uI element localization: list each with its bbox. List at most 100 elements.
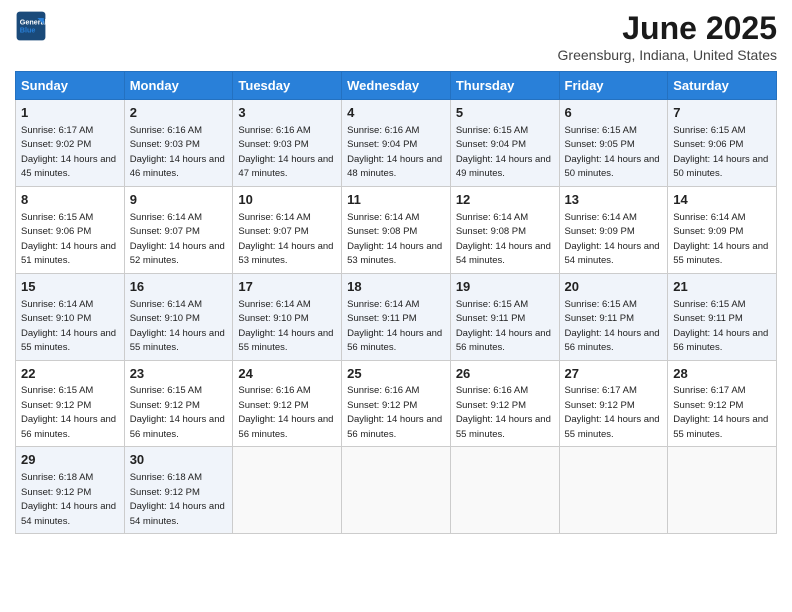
calendar-cell: 10 Sunrise: 6:14 AMSunset: 9:07 PMDayligh… — [233, 186, 342, 273]
calendar-cell: 4 Sunrise: 6:16 AMSunset: 9:04 PMDaylight… — [342, 100, 451, 187]
calendar-cell: 16 Sunrise: 6:14 AMSunset: 9:10 PMDayligh… — [124, 273, 233, 360]
day-number: 26 — [456, 365, 554, 384]
day-number: 9 — [130, 191, 228, 210]
calendar-cell: 18Sunrise: 6:14 AMSunset: 9:11 PMDayligh… — [342, 273, 451, 360]
day-number: 6 — [565, 104, 663, 123]
day-number: 22 — [21, 365, 119, 384]
day-number: 16 — [130, 278, 228, 297]
calendar-cell: 19 Sunrise: 6:15 AMSunset: 9:11 PMDayligh… — [450, 273, 559, 360]
day-info: Sunrise: 6:18 AMSunset: 9:12 PMDaylight:… — [130, 472, 225, 527]
day-number: 12 — [456, 191, 554, 210]
calendar-cell: 21 Sunrise: 6:15 AMSunset: 9:11 PMDayligh… — [668, 273, 777, 360]
calendar-cell — [233, 447, 342, 534]
calendar-week-5: 22Sunrise: 6:15 AMSunset: 9:12 PMDayligh… — [16, 360, 777, 447]
calendar-cell: 7Sunrise: 6:15 AMSunset: 9:06 PMDaylight… — [668, 100, 777, 187]
calendar-cell: 3 Sunrise: 6:16 AMSunset: 9:03 PMDaylight… — [233, 100, 342, 187]
calendar-cell: 17 Sunrise: 6:14 AMSunset: 9:10 PMDayligh… — [233, 273, 342, 360]
logo-icon: General Blue — [15, 10, 47, 42]
day-info: Sunrise: 6:14 AMSunset: 9:08 PMDaylight:… — [347, 212, 442, 267]
calendar-cell: 1Sunrise: 6:17 AMSunset: 9:02 PMDaylight… — [16, 100, 125, 187]
day-number: 1 — [21, 104, 119, 123]
calendar-cell: 24Sunrise: 6:16 AMSunset: 9:12 PMDayligh… — [233, 360, 342, 447]
calendar-cell: 6 Sunrise: 6:15 AMSunset: 9:05 PMDaylight… — [559, 100, 668, 187]
day-header-monday: Monday — [124, 72, 233, 100]
calendar-cell: 14Sunrise: 6:14 AMSunset: 9:09 PMDayligh… — [668, 186, 777, 273]
day-info: Sunrise: 6:16 AMSunset: 9:12 PMDaylight:… — [238, 385, 333, 440]
day-info: Sunrise: 6:15 AMSunset: 9:06 PMDaylight:… — [673, 125, 768, 180]
day-info: Sunrise: 6:14 AMSunset: 9:07 PMDaylight:… — [130, 212, 225, 267]
day-number: 10 — [238, 191, 336, 210]
day-number: 5 — [456, 104, 554, 123]
day-info: Sunrise: 6:17 AMSunset: 9:12 PMDaylight:… — [565, 385, 660, 440]
day-number: 28 — [673, 365, 771, 384]
title-area: June 2025 Greensburg, Indiana, United St… — [558, 10, 777, 63]
day-number: 3 — [238, 104, 336, 123]
day-number: 20 — [565, 278, 663, 297]
day-header-tuesday: Tuesday — [233, 72, 342, 100]
day-info: Sunrise: 6:15 AMSunset: 9:11 PMDaylight:… — [456, 299, 551, 354]
day-number: 29 — [21, 451, 119, 470]
calendar-cell: 2 Sunrise: 6:16 AMSunset: 9:03 PMDaylight… — [124, 100, 233, 187]
day-info: Sunrise: 6:15 AMSunset: 9:11 PMDaylight:… — [565, 299, 660, 354]
day-info: Sunrise: 6:16 AMSunset: 9:03 PMDaylight:… — [130, 125, 225, 180]
calendar-cell: 23Sunrise: 6:15 AMSunset: 9:12 PMDayligh… — [124, 360, 233, 447]
calendar-cell — [668, 447, 777, 534]
day-number: 17 — [238, 278, 336, 297]
day-info: Sunrise: 6:14 AMSunset: 9:07 PMDaylight:… — [238, 212, 333, 267]
day-number: 11 — [347, 191, 445, 210]
day-header-thursday: Thursday — [450, 72, 559, 100]
day-number: 27 — [565, 365, 663, 384]
day-info: Sunrise: 6:15 AMSunset: 9:11 PMDaylight:… — [673, 299, 768, 354]
day-number: 2 — [130, 104, 228, 123]
calendar-week-3: 8Sunrise: 6:15 AMSunset: 9:06 PMDaylight… — [16, 186, 777, 273]
calendar-cell: 29Sunrise: 6:18 AMSunset: 9:12 PMDayligh… — [16, 447, 125, 534]
calendar-cell: 12 Sunrise: 6:14 AMSunset: 9:08 PMDayligh… — [450, 186, 559, 273]
day-number: 14 — [673, 191, 771, 210]
day-info: Sunrise: 6:16 AMSunset: 9:03 PMDaylight:… — [238, 125, 333, 180]
calendar-week-2: 1Sunrise: 6:17 AMSunset: 9:02 PMDaylight… — [16, 100, 777, 187]
day-info: Sunrise: 6:15 AMSunset: 9:12 PMDaylight:… — [21, 385, 116, 440]
day-info: Sunrise: 6:15 AMSunset: 9:06 PMDaylight:… — [21, 212, 116, 267]
calendar-cell: 13Sunrise: 6:14 AMSunset: 9:09 PMDayligh… — [559, 186, 668, 273]
calendar-week-4: 15 Sunrise: 6:14 AMSunset: 9:10 PMDayligh… — [16, 273, 777, 360]
calendar-table: SundayMondayTuesdayWednesdayThursdayFrid… — [15, 71, 777, 534]
calendar-cell — [342, 447, 451, 534]
day-header-sunday: Sunday — [16, 72, 125, 100]
calendar-cell: 26Sunrise: 6:16 AMSunset: 9:12 PMDayligh… — [450, 360, 559, 447]
day-info: Sunrise: 6:14 AMSunset: 9:08 PMDaylight:… — [456, 212, 551, 267]
calendar-cell — [450, 447, 559, 534]
day-number: 4 — [347, 104, 445, 123]
calendar-cell: 11 Sunrise: 6:14 AMSunset: 9:08 PMDayligh… — [342, 186, 451, 273]
header: General Blue June 2025 Greensburg, India… — [15, 10, 777, 63]
day-number: 25 — [347, 365, 445, 384]
calendar-cell: 20 Sunrise: 6:15 AMSunset: 9:11 PMDayligh… — [559, 273, 668, 360]
svg-text:Blue: Blue — [20, 25, 36, 34]
day-info: Sunrise: 6:17 AMSunset: 9:12 PMDaylight:… — [673, 385, 768, 440]
day-header-saturday: Saturday — [668, 72, 777, 100]
day-number: 30 — [130, 451, 228, 470]
day-info: Sunrise: 6:16 AMSunset: 9:04 PMDaylight:… — [347, 125, 442, 180]
calendar-week-6: 29 Sunrise: 6:18 AMSunset: 9:12 PMDayligh… — [16, 447, 777, 534]
calendar-cell: 28Sunrise: 6:17 AMSunset: 9:12 PMDayligh… — [668, 360, 777, 447]
day-number: 15 — [21, 278, 119, 297]
day-info: Sunrise: 6:15 AMSunset: 9:12 PMDaylight:… — [130, 385, 225, 440]
day-info: Sunrise: 6:14 AMSunset: 9:10 PMDaylight:… — [130, 299, 225, 354]
day-number: 24 — [238, 365, 336, 384]
day-number: 19 — [456, 278, 554, 297]
location-title: Greensburg, Indiana, United States — [558, 47, 777, 63]
calendar-cell — [559, 447, 668, 534]
day-header-friday: Friday — [559, 72, 668, 100]
day-info: Sunrise: 6:14 AMSunset: 9:10 PMDaylight:… — [21, 299, 116, 354]
day-number: 21 — [673, 278, 771, 297]
calendar-cell: 8Sunrise: 6:15 AMSunset: 9:06 PMDaylight… — [16, 186, 125, 273]
calendar-cell: 30 Sunrise: 6:18 AMSunset: 9:12 PMDayligh… — [124, 447, 233, 534]
calendar-cell: 27Sunrise: 6:17 AMSunset: 9:12 PMDayligh… — [559, 360, 668, 447]
day-number: 18 — [347, 278, 445, 297]
day-info: Sunrise: 6:14 AMSunset: 9:10 PMDaylight:… — [238, 299, 333, 354]
day-info: Sunrise: 6:15 AMSunset: 9:05 PMDaylight:… — [565, 125, 660, 180]
day-info: Sunrise: 6:15 AMSunset: 9:04 PMDaylight:… — [456, 125, 551, 180]
day-number: 23 — [130, 365, 228, 384]
month-title: June 2025 — [558, 10, 777, 47]
calendar-cell: 9 Sunrise: 6:14 AMSunset: 9:07 PMDaylight… — [124, 186, 233, 273]
day-info: Sunrise: 6:16 AMSunset: 9:12 PMDaylight:… — [347, 385, 442, 440]
